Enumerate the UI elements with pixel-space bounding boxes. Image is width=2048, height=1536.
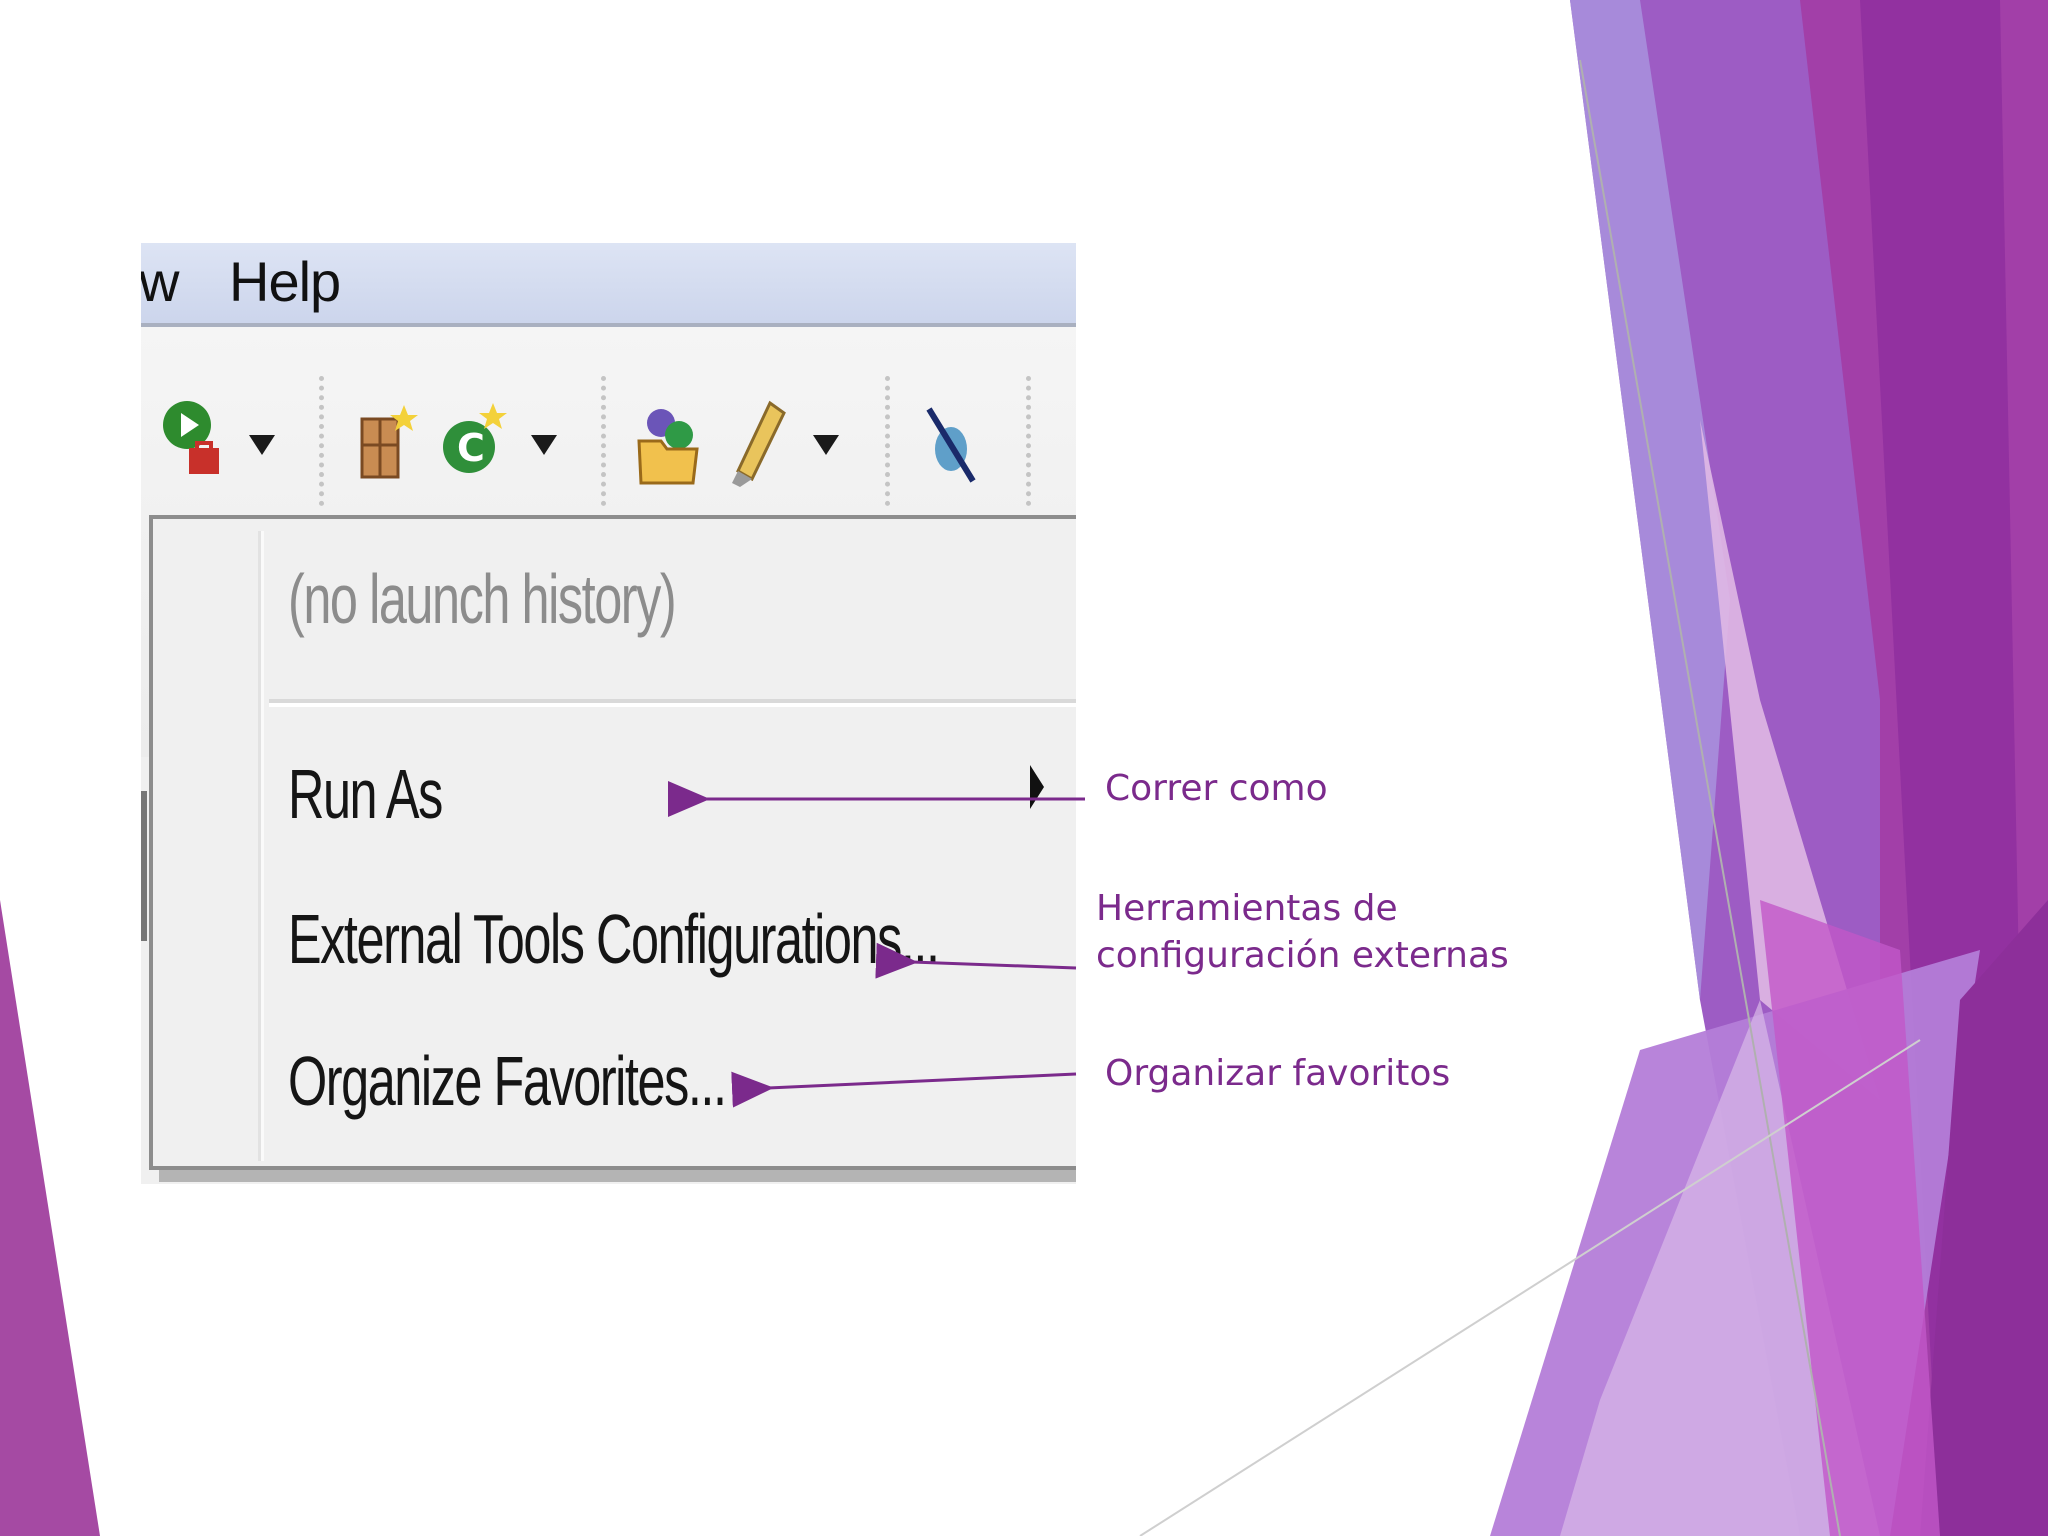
toolbar-separator (601, 376, 606, 506)
skip-breakpoints-icon[interactable] (923, 403, 983, 487)
menu-gutter (258, 531, 264, 1161)
toolbar-separator (885, 376, 890, 506)
menu-window-partial[interactable]: w (141, 243, 179, 321)
run-external-tools-icon[interactable] (159, 393, 229, 483)
submenu-arrow-icon (1030, 765, 1044, 809)
menu-separator (269, 699, 1076, 707)
new-class-dropdown-arrow[interactable] (531, 435, 557, 455)
open-type-icon[interactable] (635, 401, 705, 487)
annotation-external-tools-line2: configuración externas (1096, 935, 1509, 976)
annotation-organize-favorites: Organizar favoritos (1105, 1053, 1451, 1094)
menu-item-run-as[interactable]: Run As (288, 754, 443, 834)
menu-bar: w Help (141, 243, 1076, 327)
search-dropdown-arrow[interactable] (813, 435, 839, 455)
eclipse-screenshot: w Help C (no launch history) Run As Exte… (141, 243, 1076, 1184)
toolbar-separator (319, 376, 324, 506)
editor-edge (141, 791, 147, 941)
run-dropdown-menu: (no launch history) Run As External Tool… (149, 515, 1076, 1170)
menu-item-no-launch-history: (no launch history) (288, 560, 677, 638)
new-java-class-icon[interactable]: C (441, 401, 511, 487)
search-icon[interactable] (726, 399, 792, 489)
svg-text:C: C (457, 426, 485, 470)
annotation-external-tools-line1: Herramientas de (1096, 888, 1398, 929)
menu-item-organize-favorites[interactable]: Organize Favorites... (288, 1041, 727, 1121)
new-java-package-icon[interactable] (356, 403, 418, 487)
run-dropdown-arrow[interactable] (249, 435, 275, 455)
annotation-run-as: Correr como (1105, 768, 1328, 809)
menu-item-external-tools-configurations[interactable]: External Tools Configurations... (288, 899, 940, 979)
toolbar-separator (1026, 376, 1031, 506)
menu-help[interactable]: Help (229, 243, 341, 321)
